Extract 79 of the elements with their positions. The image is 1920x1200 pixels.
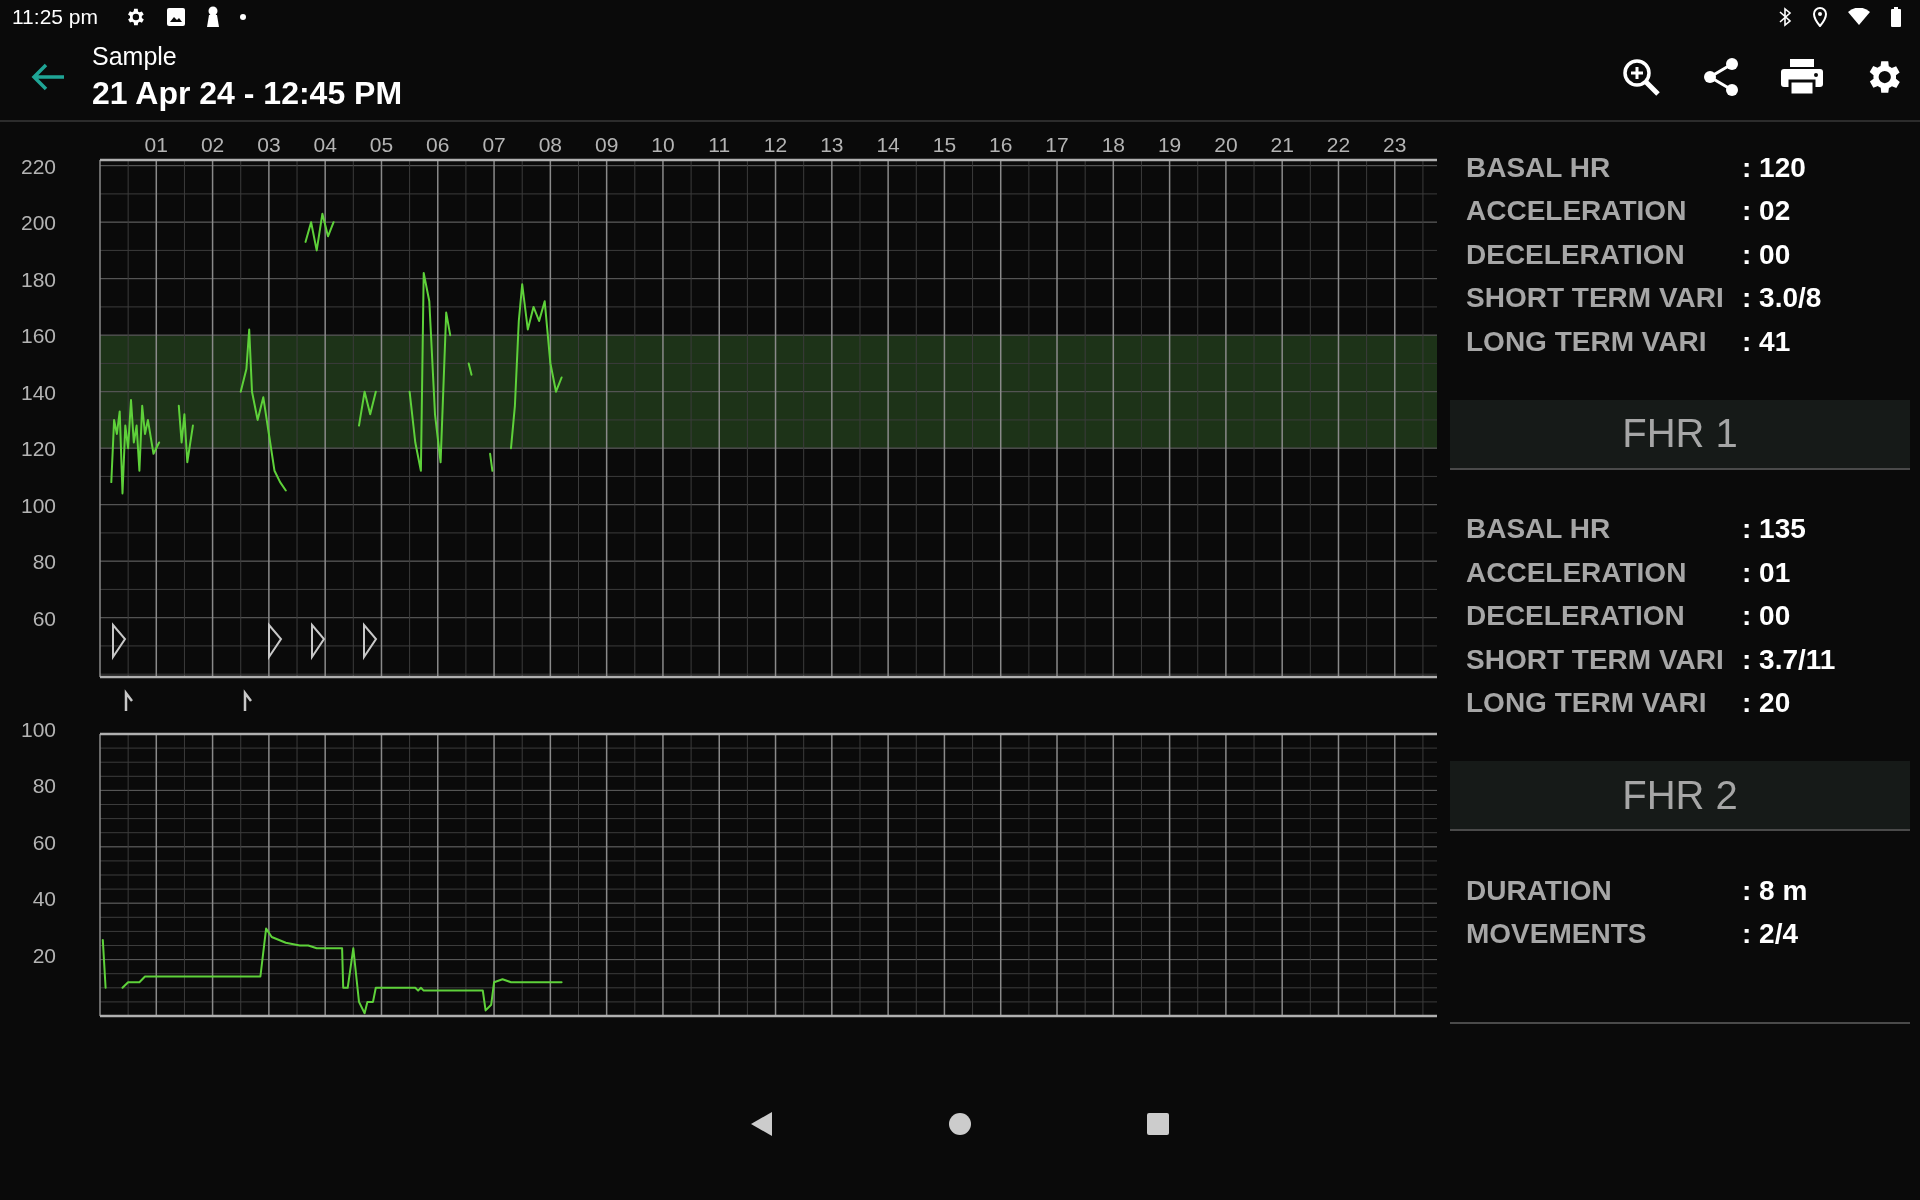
stat-value: : 135 <box>1742 513 1806 546</box>
axis-label: 23 <box>1383 133 1407 156</box>
stat-label: ACCELERATION <box>1466 556 1688 589</box>
axis-label: 40 <box>32 887 56 911</box>
axis-label: 21 <box>1270 133 1294 156</box>
axis-label: 14 <box>876 133 900 156</box>
axis-label: 200 <box>20 211 56 235</box>
axis-label: 22 <box>1326 133 1351 156</box>
axis-label: 10 <box>651 133 675 156</box>
location-icon <box>1812 7 1828 27</box>
stat-label: BASAL HR <box>1466 513 1612 546</box>
dot-icon <box>240 14 246 20</box>
axis-label: 20 <box>1214 133 1238 156</box>
axis-label: 100 <box>20 493 56 517</box>
stat-label: DECELERATION <box>1466 600 1686 633</box>
stat-label: MOVEMENTS <box>1466 918 1648 951</box>
axis-label: 02 <box>200 133 225 156</box>
axis-label: 220 <box>20 154 56 178</box>
stat-value: : 20 <box>1742 687 1791 720</box>
axis-label: 15 <box>932 133 957 156</box>
stat-label: LONG TERM VARI <box>1466 325 1708 358</box>
stat-value: : 01 <box>1742 556 1791 589</box>
bluetooth-icon <box>1778 7 1792 27</box>
axis-label: 09 <box>594 133 619 156</box>
stat-label: ACCELERATION <box>1466 195 1688 228</box>
stat-label: BASAL HR <box>1466 151 1612 184</box>
status-time: 11:25 pm <box>12 5 98 29</box>
section-heading: FHR 1 <box>1450 399 1910 470</box>
axis-label: 180 <box>20 267 56 291</box>
event-marker <box>268 622 283 661</box>
axis-label: 120 <box>20 437 56 461</box>
stat-value: : 00 <box>1742 238 1791 271</box>
axis-label: 11 <box>708 133 731 156</box>
axis-label: 16 <box>989 133 1013 156</box>
stat-label: LONG TERM VARI <box>1466 687 1708 720</box>
stat-value: : 120 <box>1742 151 1806 184</box>
stat-value: : 00 <box>1742 600 1791 633</box>
axis-label: 60 <box>32 830 56 854</box>
stat-value: : 02 <box>1742 195 1791 228</box>
section-heading: FHR 2 <box>1450 761 1910 831</box>
axis-label: 03 <box>257 133 281 156</box>
stat-value: : 2/4 <box>1742 918 1799 951</box>
record-subtitle: Sample <box>92 42 178 71</box>
axis-label: 17 <box>1045 133 1069 156</box>
axis-label: 19 <box>1157 133 1182 156</box>
stat-value: : 8 m <box>1742 874 1808 907</box>
event-marker <box>311 622 326 661</box>
movement-marker <box>243 689 252 711</box>
axis-label: 80 <box>32 550 56 574</box>
axis-label: 13 <box>820 133 844 156</box>
axis-label: 08 <box>538 133 563 156</box>
stat-value: : 3.0/8 <box>1742 282 1822 315</box>
stat-label: SHORT TERM VARI <box>1466 643 1725 676</box>
axis-label: 100 <box>20 718 56 741</box>
stat-label: DURATION <box>1466 874 1613 907</box>
axis-label: 160 <box>20 324 56 348</box>
axis-label: 140 <box>20 380 56 404</box>
axis-label: 12 <box>763 133 788 156</box>
stat-value: : 3.7/11 <box>1742 643 1836 676</box>
keyhole-icon <box>206 6 220 28</box>
event-marker <box>363 622 378 661</box>
stat-label: SHORT TERM VARI <box>1466 282 1725 315</box>
axis-label: 05 <box>369 133 394 156</box>
axis-label: 04 <box>313 133 337 156</box>
axis-label: 18 <box>1101 133 1125 156</box>
axis-label: 06 <box>426 133 450 156</box>
axis-label: 20 <box>32 943 56 967</box>
axis-label: 80 <box>32 774 56 798</box>
axis-label: 07 <box>482 133 506 156</box>
stat-label: DECELERATION <box>1466 238 1686 271</box>
event-marker <box>112 622 127 661</box>
battery-icon <box>1890 7 1902 27</box>
record-title: 21 Apr 24 - 12:45 PM <box>92 75 403 112</box>
axis-label: 60 <box>32 606 56 630</box>
wifi-icon <box>1848 8 1870 26</box>
axis-label: 01 <box>144 133 168 156</box>
stat-value: : 41 <box>1742 325 1791 358</box>
movement-marker <box>124 689 133 711</box>
image-icon <box>166 7 186 27</box>
